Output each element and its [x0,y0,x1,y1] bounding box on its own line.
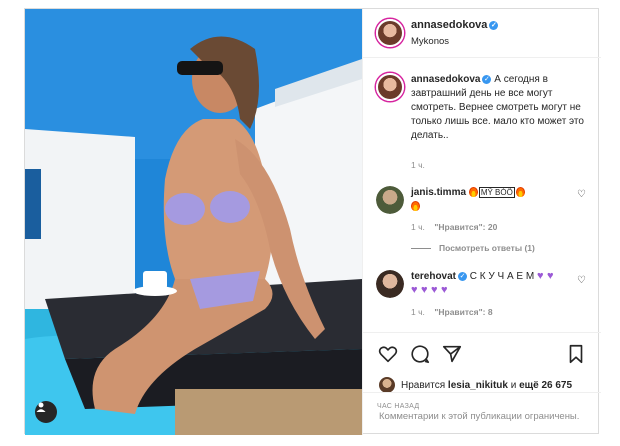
purple-heart-emoji: ♥ [411,284,418,297]
verified-badge-icon: ✓ [482,74,492,84]
verified-badge-icon: ✓ [489,20,499,30]
user-tag-button[interactable] [35,401,57,423]
comment-emoji-text: MỸ BÒÖ [478,186,515,198]
post-side-panel: annasedokova ✓ Mykonos annasedokova ✓ А се… [362,9,601,435]
comment-icon[interactable] [409,343,431,365]
author-avatar[interactable] [376,19,404,47]
comment-avatar-janis[interactable] [376,186,404,214]
post-photo[interactable] [25,9,362,435]
comments-section: annasedokova ✓ А сегодня в завтрашний ден… [363,58,601,332]
comment-text: С К У Ч А Е М [469,271,535,282]
view-replies-label: Посмотреть ответы (1) [439,243,535,253]
comment-meta: 1 ч. "Нравится": 8 [411,307,493,317]
bookmark-icon[interactable] [565,343,587,365]
comment-terehovat: terehovat ✓ С К У Ч А Е М ♥ ♥ ♥ ♥ ♥ ♥ [411,270,571,298]
purple-heart-emoji: ♥ [441,284,448,297]
post-header: annasedokova ✓ Mykonos [363,9,601,58]
comment-username[interactable]: terehovat [411,271,456,282]
comment-janis: janis.timma MỸ BÒÖ [411,186,571,214]
liker-username[interactable]: lesia_nikituk [448,380,508,391]
fire-emoji [515,187,525,198]
comment-like-heart-icon[interactable]: ♡ [577,276,587,286]
heart-icon[interactable] [377,343,399,365]
photo-illustration [25,9,362,435]
comment-avatar-terehovat[interactable] [376,270,404,298]
caption-username[interactable]: annasedokova [411,74,480,85]
comment-likes-count[interactable]: "Нравится": 8 [434,307,492,317]
fire-emoji [411,201,420,212]
comment-time: 1 ч. [411,307,425,317]
author-username[interactable]: annasedokova [411,19,487,31]
liker-avatar[interactable] [379,377,395,393]
likes-count[interactable]: ещё 26 675 [519,380,572,391]
post-location[interactable]: Mykonos [411,36,449,47]
replies-divider-line [411,248,431,250]
likes-middle: и [510,380,517,391]
purple-heart-emoji: ♥ [536,270,544,283]
comment-meta: 1 ч. "Нравится": 20 [411,222,497,232]
comment-like-heart-icon[interactable]: ♡ [577,190,587,200]
purple-heart-emoji: ♥ [421,284,428,297]
instagram-post: annasedokova ✓ Mykonos annasedokova ✓ А се… [24,8,601,435]
view-replies-link[interactable]: Посмотреть ответы (1) [411,243,535,253]
caption-time: 1 ч. [411,160,425,170]
likes-prefix: Нравится [401,380,446,391]
comments-restricted-note: Комментарии к этой публикации ограничены… [363,392,601,435]
user-tag-icon [36,402,46,412]
caption-avatar[interactable] [376,73,404,101]
fire-emoji [468,187,478,198]
comment-likes-count[interactable]: "Нравится": 20 [434,222,497,232]
comment-username[interactable]: janis.timma [411,187,466,198]
author-line: annasedokova ✓ [411,19,499,31]
purple-heart-emoji: ♥ [546,270,554,283]
purple-heart-emoji: ♥ [431,284,438,297]
share-icon[interactable] [441,343,463,365]
likes-summary: Нравится lesia_nikituk и ещё 26 675 [401,380,572,391]
caption: annasedokova ✓ А сегодня в завтрашний ден… [411,73,591,143]
verified-badge-icon: ✓ [458,271,468,281]
comment-time: 1 ч. [411,222,425,232]
